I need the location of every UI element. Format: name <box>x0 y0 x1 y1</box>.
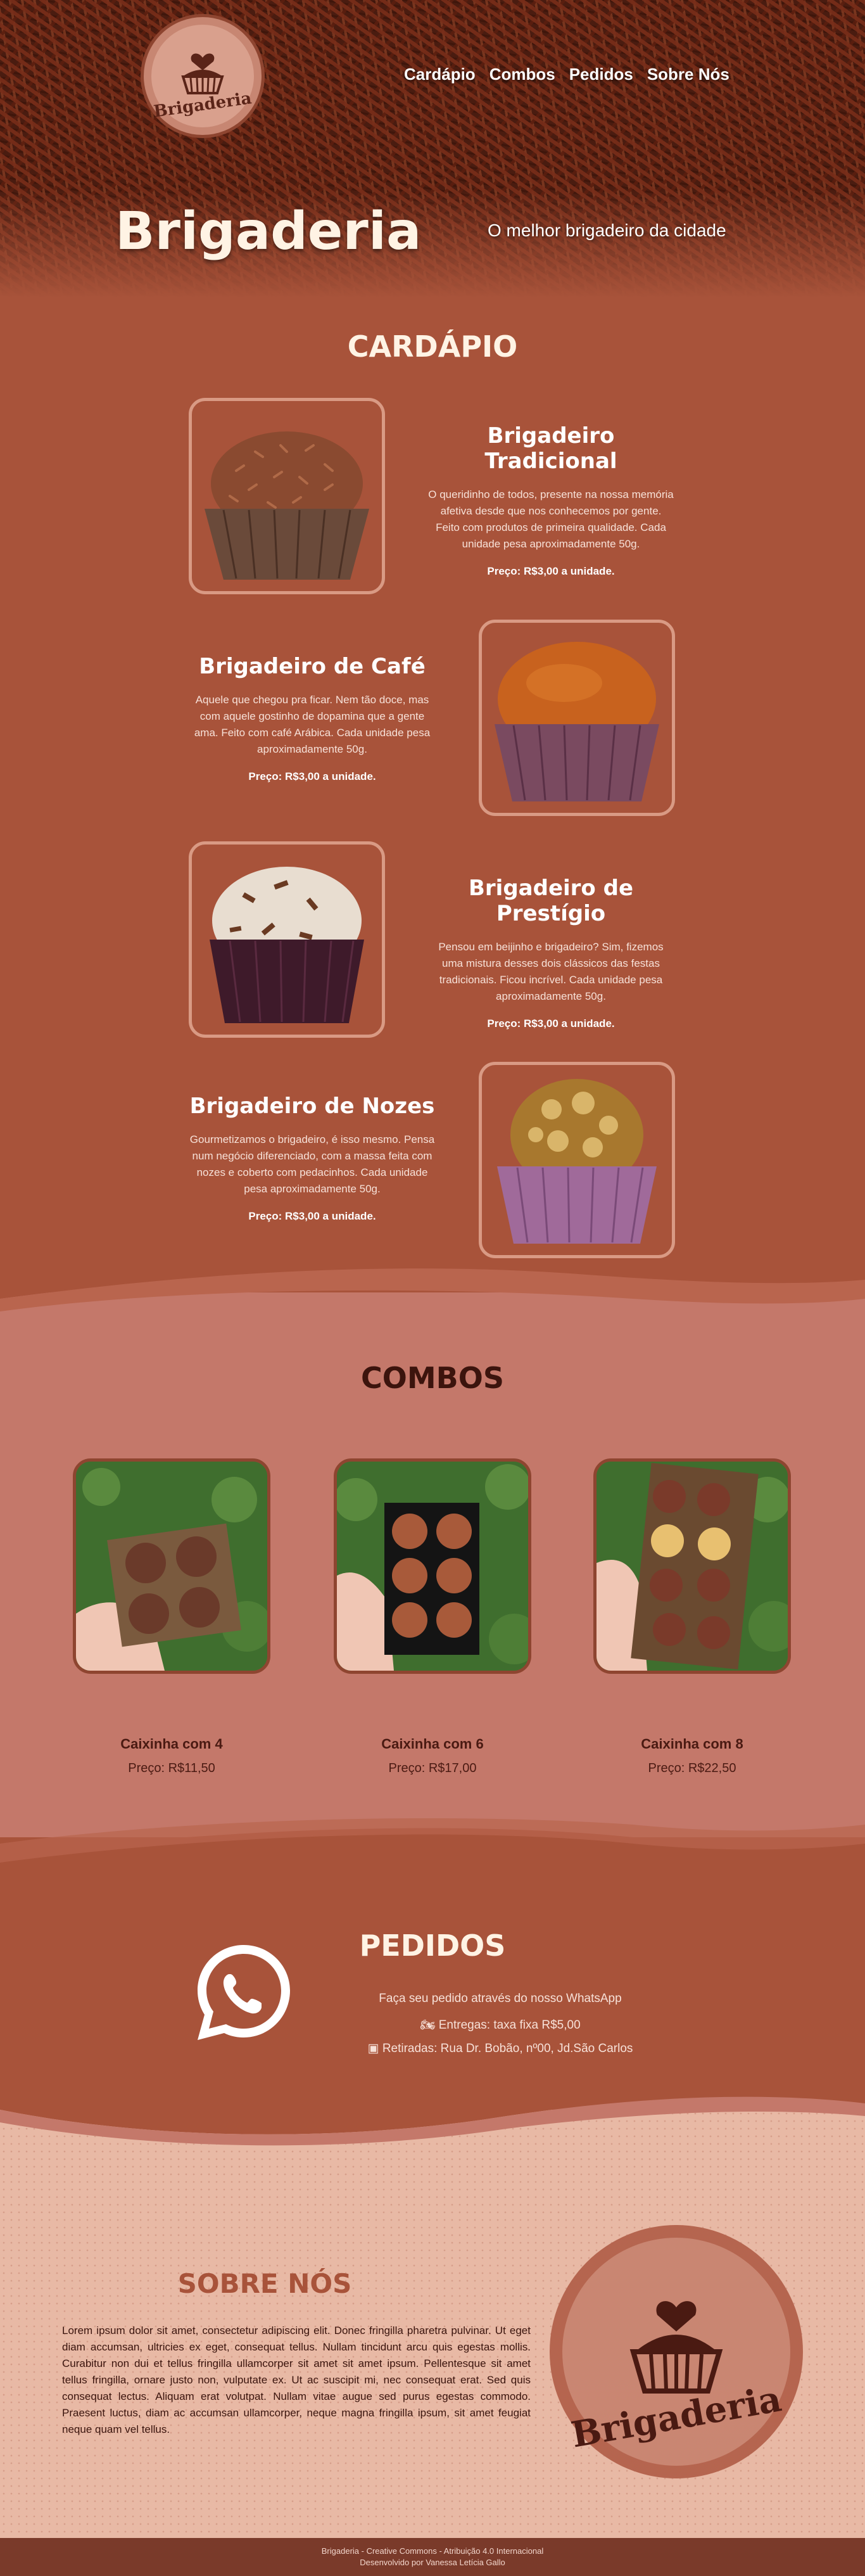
wave-divider-pedidos-top <box>0 1818 865 1894</box>
sobre-text: Lorem ipsum dolor sit amet, consectetur … <box>62 2324 531 2435</box>
brigadeiro-nozes-image <box>497 1079 657 1244</box>
logo-inner: Brigaderia <box>151 25 254 127</box>
tagline: O melhor brigadeiro da cidade <box>488 220 726 240</box>
footer-credits: Desenvolvido por Vanessa Letícia Gallo <box>360 2558 505 2567</box>
pedidos-delivery: 🏍︎ Entregas: taxa fixa R$5,00 <box>304 2017 697 2032</box>
logo[interactable]: Brigaderia <box>141 14 265 138</box>
footer: Brigaderia - Creative Commons - Atribuiç… <box>0 2538 865 2576</box>
combo-image-4 <box>73 1458 270 1674</box>
combo-box-8-image <box>597 1462 788 1671</box>
product-price: Preço: R$3,00 a unidade. <box>487 1017 615 1030</box>
combo-name: Caixinha com 8 <box>641 1736 743 1752</box>
sobre-title: SOBRE NÓS <box>177 2268 352 2299</box>
combo-box-4-image <box>76 1462 267 1671</box>
product-cafe: Brigadeiro de Café Aquele que chegou pra… <box>189 654 436 783</box>
product-name: Brigadeiro de Nozes <box>189 1094 435 1119</box>
main-nav: Cardápio Combos Pedidos Sobre Nós <box>404 65 729 84</box>
product-image-tradicional <box>189 398 385 594</box>
brigadeiro-tradicional-image <box>205 431 369 580</box>
pedidos-pickup: ▣ Retiradas: Rua Dr. Bobão, nº00, Jd.São… <box>304 2041 697 2056</box>
nav-combos[interactable]: Combos <box>489 65 555 84</box>
combo-price: Preço: R$11,50 <box>128 1761 215 1775</box>
combo-box-6-image <box>337 1462 528 1671</box>
combo-image-8 <box>593 1458 791 1674</box>
pedidos-line-whatsapp: Faça seu pedido através do nosso WhatsAp… <box>379 1992 622 2005</box>
combo-price: Preço: R$22,50 <box>648 1761 736 1775</box>
combos-title: COMBOS <box>361 1361 504 1395</box>
product-tradicional: Brigadeiro Tradicional O queridinho de t… <box>427 423 674 578</box>
wave-divider-top <box>0 1261 865 1311</box>
combo-name: Caixinha com 6 <box>381 1736 484 1752</box>
product-price: Preço: R$3,00 a unidade. <box>248 1210 376 1222</box>
nav-pedidos[interactable]: Pedidos <box>569 65 633 84</box>
motorcycle-icon: 🏍︎ <box>420 2018 436 2032</box>
brigadeiro-cafe-image <box>495 642 659 801</box>
combo-name: Caixinha com 4 <box>120 1736 223 1752</box>
product-nozes: Brigadeiro de Nozes Gourmetizamos o brig… <box>189 1094 436 1223</box>
store-icon: ▣ <box>367 2042 379 2055</box>
product-image-cafe <box>479 620 675 816</box>
sobre-logo-inner: Brigaderia <box>562 2238 790 2466</box>
product-prestigio: Brigadeiro de Prestígio Pensou em beijin… <box>427 876 674 1030</box>
wave-divider-sobre-top <box>0 2078 865 2146</box>
product-description: O queridinho de todos, presente na nossa… <box>428 488 674 550</box>
product-price: Preço: R$3,00 a unidade. <box>248 770 376 782</box>
pedidos-pickup-text: Retiradas: Rua Dr. Bobão, nº00, Jd.São C… <box>382 2042 633 2055</box>
product-description: Gourmetizamos o brigadeiro, é isso mesmo… <box>189 1133 435 1195</box>
product-name: Brigadeiro de Prestígio <box>468 876 634 926</box>
product-image-prestigio <box>189 841 385 1038</box>
product-image-nozes <box>479 1062 675 1258</box>
footer-license: Brigaderia - Creative Commons - Atribuiç… <box>321 2546 544 2556</box>
nav-sobre[interactable]: Sobre Nós <box>647 65 729 84</box>
combo-price: Preço: R$17,00 <box>388 1761 477 1775</box>
pedidos-delivery-text: Entregas: taxa fixa R$5,00 <box>438 2018 581 2032</box>
product-name: Brigadeiro de Café <box>199 654 426 679</box>
pedidos-title: PEDIDOS <box>359 1929 506 1963</box>
product-price: Preço: R$3,00 a unidade. <box>487 565 615 577</box>
product-description: Aquele que chegou pra ficar. Nem tão doc… <box>194 694 431 755</box>
brigadeiro-prestigio-image <box>210 867 364 1023</box>
cardapio-title: CARDÁPIO <box>347 329 518 364</box>
product-description: Pensou em beijinho e brigadeiro? Sim, fi… <box>438 941 664 1002</box>
sobre-logo: Brigaderia <box>550 2225 803 2478</box>
nav-cardapio[interactable]: Cardápio <box>404 65 476 84</box>
product-name: Brigadeiro Tradicional <box>484 423 617 474</box>
combo-image-6 <box>334 1458 531 1674</box>
brand-title: Brigaderia <box>115 201 422 262</box>
